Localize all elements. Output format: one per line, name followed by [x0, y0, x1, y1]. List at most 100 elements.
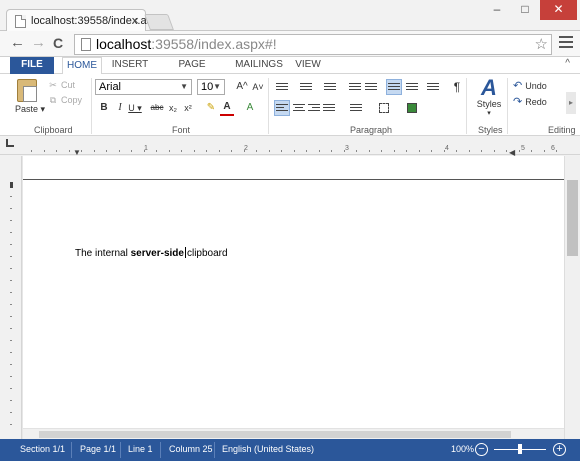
browser-menu-icon[interactable] [559, 36, 573, 51]
rtl-button[interactable] [404, 79, 420, 95]
url-text: localhost:39558/index.aspx#! [96, 36, 277, 52]
subscript-button[interactable]: x₂ [166, 100, 180, 116]
underline-button[interactable]: U ▾ [128, 100, 142, 116]
back-arrow-icon[interactable]: ← [10, 35, 25, 51]
multilevel-list-button[interactable] [322, 79, 344, 95]
numbering-button[interactable] [298, 79, 320, 95]
left-to-right-icon [388, 83, 400, 92]
ruler-tick [343, 150, 345, 152]
bookmark-star-icon[interactable]: ☆ [535, 35, 548, 53]
line-spacing-button[interactable] [344, 100, 366, 116]
tab-selector-icon[interactable] [6, 139, 14, 147]
document-page[interactable]: The internal server-side clipboard [23, 156, 564, 439]
status-language[interactable]: English (United States) [222, 444, 314, 454]
document-text[interactable]: The internal server-side clipboard [75, 247, 228, 259]
text-caret [184, 247, 186, 258]
bold-button[interactable]: B [97, 100, 111, 116]
forward-arrow-icon[interactable]: → [31, 35, 46, 51]
ruler-tick [293, 150, 295, 152]
superscript-button[interactable]: x² [181, 100, 195, 116]
vertical-ruler[interactable] [0, 156, 22, 439]
ltr-button[interactable] [386, 79, 402, 95]
outdent-icon [349, 83, 361, 92]
ruler-tick [481, 150, 482, 152]
align-right-button[interactable] [306, 100, 322, 116]
strikethrough-button[interactable]: abc [150, 100, 164, 116]
decrease-indent-button[interactable] [348, 79, 362, 95]
copy-button[interactable]: ⧉ Copy [48, 95, 82, 106]
ruler-tick [368, 150, 370, 152]
right-to-left-icon [406, 83, 418, 92]
new-tab-button[interactable] [144, 14, 174, 30]
browser-tab[interactable]: localhost:39558/index.aspx × [6, 9, 164, 32]
editing-group-label: Editing [548, 125, 576, 135]
maximize-button[interactable]: □ [511, 0, 539, 20]
ruler-tick [556, 150, 557, 152]
italic-button[interactable]: I [113, 100, 127, 116]
tab-file[interactable]: FILE [10, 57, 54, 74]
ruler-tick [218, 150, 220, 152]
shading-button[interactable] [404, 100, 420, 116]
sort-button[interactable] [426, 79, 440, 95]
ruler-tick [10, 292, 12, 293]
numbered-list-icon [300, 83, 312, 92]
reload-icon[interactable]: C [53, 35, 63, 51]
group-divider [268, 78, 269, 134]
shrink-font-button[interactable]: A˅ [251, 79, 265, 95]
ruler-tick [10, 304, 12, 305]
horizontal-ruler[interactable]: ▼ 1 2 3 4 5 ◀ 6 [0, 136, 580, 157]
status-page: Page 1/1 [80, 444, 117, 454]
styles-button[interactable]: A Styles ▾ [474, 77, 504, 118]
page-top-border [23, 179, 564, 180]
redo-button[interactable]: ↷ Redo [513, 95, 547, 108]
horizontal-scroll-thumb[interactable] [39, 431, 511, 438]
tab-insert[interactable]: INSERT [110, 57, 150, 74]
page-favicon-icon [15, 15, 26, 28]
justify-button[interactable] [321, 100, 337, 116]
zoom-out-button[interactable]: − [475, 443, 488, 456]
ruler-tick [10, 328, 12, 329]
redo-icon: ↷ [513, 96, 523, 108]
ruler-tick [268, 150, 270, 152]
borders-button[interactable] [373, 100, 395, 116]
clipboard-group-label: Clipboard [34, 125, 73, 135]
tab-close-icon[interactable]: × [131, 13, 139, 28]
show-formatting-button[interactable]: ¶ [450, 79, 464, 95]
zoom-slider-thumb[interactable] [518, 444, 522, 454]
tab-page-layout[interactable]: PAGE LAYOUT [158, 57, 226, 86]
tab-mailings[interactable]: MAILINGS [234, 57, 284, 74]
grow-font-button[interactable]: A^ [235, 79, 249, 95]
cut-button[interactable]: ✂ Cut [48, 80, 75, 91]
highlight-icon[interactable]: ✎ [204, 100, 218, 116]
status-divider [160, 442, 161, 458]
increase-indent-button[interactable] [364, 79, 378, 95]
ruler-tick [143, 150, 145, 152]
ruler-tick [518, 150, 520, 152]
tab-home[interactable]: HOME [62, 57, 102, 75]
font-family-select[interactable]: Arial ▼ [95, 79, 192, 95]
ruler-tick [56, 150, 57, 152]
tab-view[interactable]: VIEW [292, 57, 324, 74]
address-bar[interactable]: localhost:39558/index.aspx#! ☆ [74, 34, 552, 55]
collapse-ribbon-icon[interactable]: ^ [565, 58, 570, 69]
align-left-button[interactable] [274, 100, 290, 116]
zoom-in-button[interactable]: + [553, 443, 566, 456]
horizontal-scrollbar[interactable] [23, 428, 564, 439]
ribbon-scroll-right-button[interactable]: ▸ [566, 92, 576, 114]
undo-button[interactable]: ↶ Undo [513, 79, 547, 92]
font-color-button[interactable]: A [220, 100, 234, 116]
ruler-tick [406, 150, 407, 152]
browser-navbar: ← → C localhost:39558/index.aspx#! ☆ [0, 31, 580, 57]
window-close-button[interactable]: ✕ [540, 0, 577, 20]
font-size-select[interactable]: 10 ▼ [197, 79, 225, 95]
bullets-button[interactable] [274, 79, 296, 95]
clear-formatting-button[interactable]: A [243, 100, 257, 116]
ruler-tick [10, 256, 12, 257]
bold-text-run: server-side [130, 248, 184, 259]
vertical-scrollbar[interactable] [564, 156, 580, 439]
minimize-button[interactable]: – [483, 0, 511, 20]
vertical-scroll-thumb[interactable] [567, 180, 578, 256]
paste-label: Paste ▾ [15, 104, 46, 114]
ruler-tick [506, 150, 507, 152]
align-center-button[interactable] [291, 100, 307, 116]
